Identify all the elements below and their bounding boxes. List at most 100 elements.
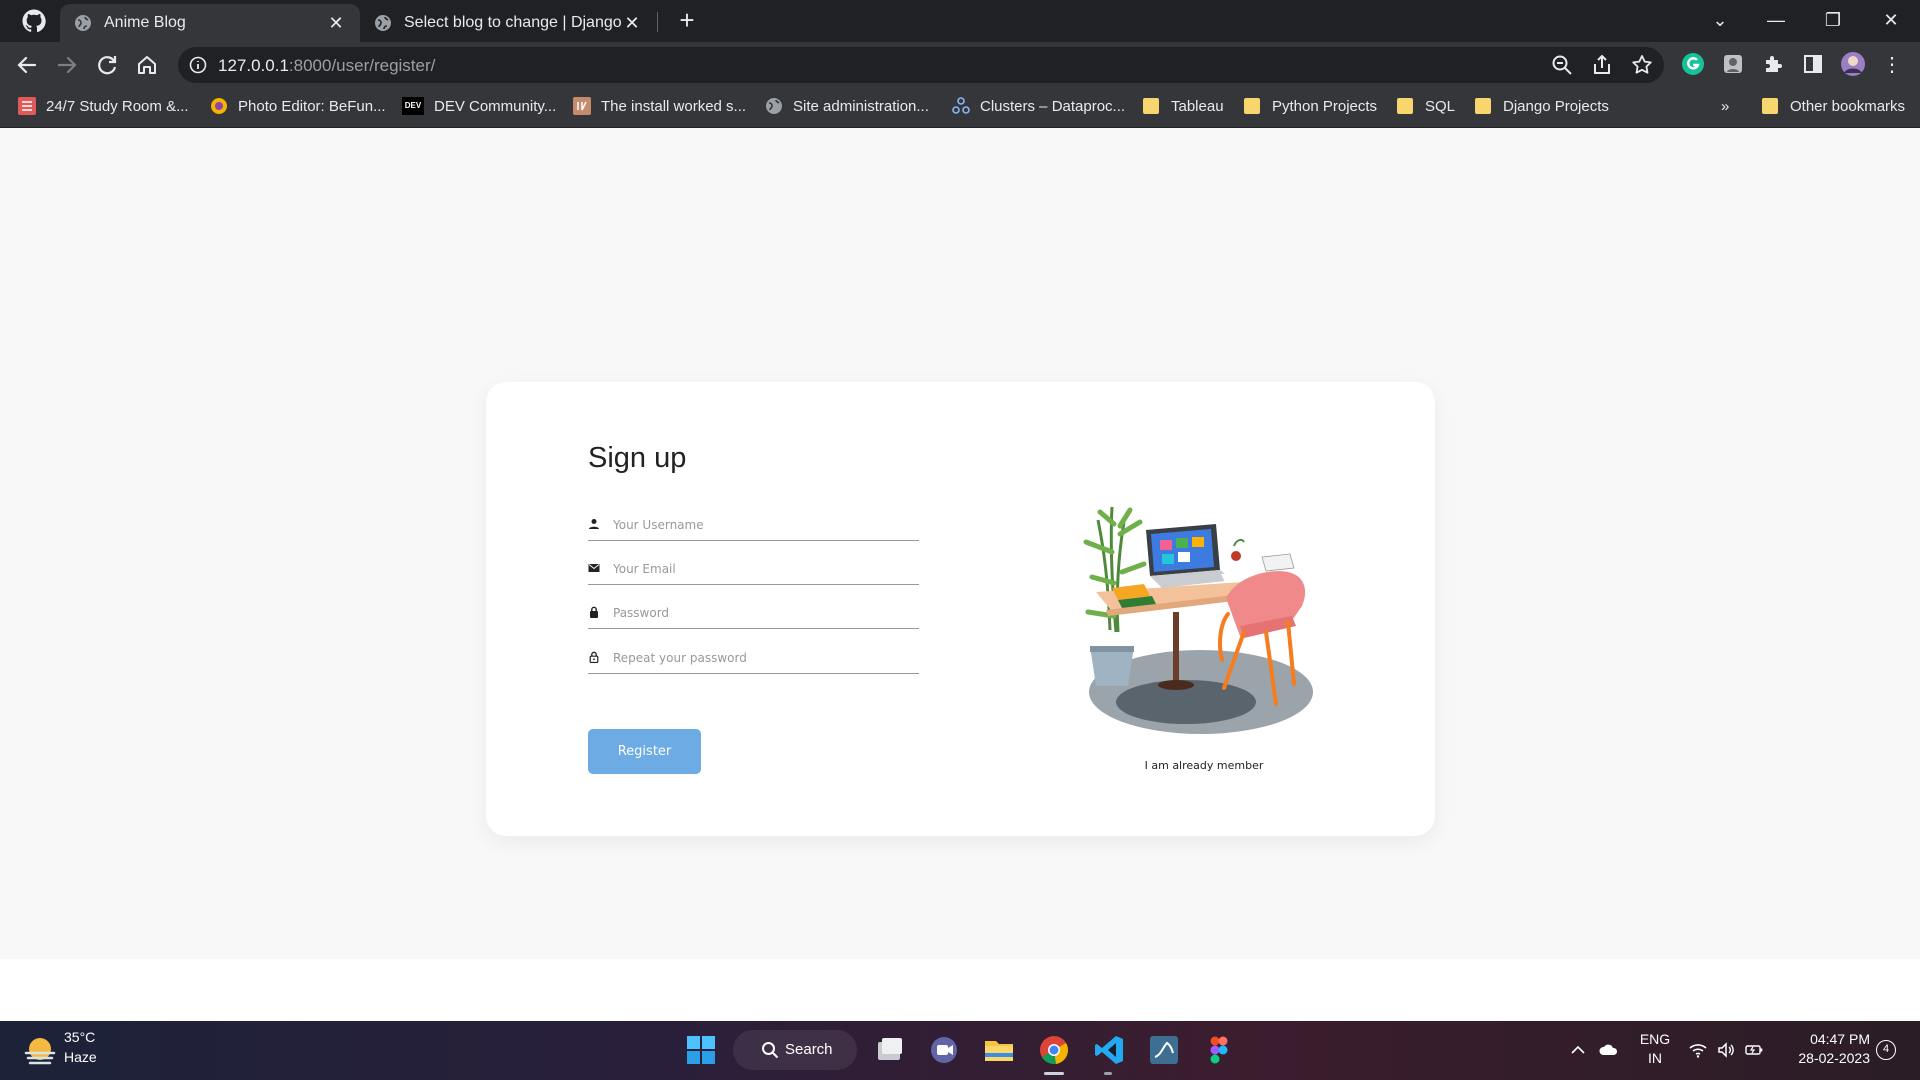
vscode-icon[interactable]	[1092, 1033, 1126, 1067]
dev-icon: DEV	[402, 97, 424, 115]
repeat-password-field	[588, 644, 919, 674]
folder-icon	[1397, 98, 1413, 114]
github-icon[interactable]	[22, 9, 46, 33]
file-explorer-icon[interactable]	[982, 1033, 1016, 1067]
bookmark-label: The install worked s...	[601, 97, 747, 115]
bookmark-label: 24/7 Study Room &...	[46, 97, 189, 115]
page-viewport: Sign up Register	[0, 128, 1920, 959]
bookmark-dev-community[interactable]: DEV DEV Community...	[402, 88, 556, 124]
folder-icon	[1475, 98, 1491, 114]
globe-icon	[375, 15, 391, 31]
bookmark-label: Clusters – Dataproc...	[980, 97, 1126, 115]
address-bar[interactable]: 127.0.0.1:8000/user/register/	[178, 47, 1664, 83]
bookmark-folder-python[interactable]: Python Projects	[1244, 88, 1377, 124]
clock-date: 28-02-2023	[1798, 1050, 1870, 1066]
close-window-icon[interactable]: ✕	[1871, 4, 1911, 36]
bookmark-star-icon[interactable]	[1630, 53, 1654, 77]
wifi-icon[interactable]	[1688, 1040, 1708, 1060]
chrome-icon[interactable]	[1037, 1033, 1071, 1067]
forward-icon[interactable]	[51, 49, 83, 81]
weather-temperature: 35°C	[64, 1029, 96, 1045]
bookmark-befunky[interactable]: Photo Editor: BeFun...	[210, 88, 386, 124]
new-tab-icon[interactable]: +	[672, 6, 702, 36]
bookmark-study-room[interactable]: 24/7 Study Room &...	[18, 88, 189, 124]
notification-badge[interactable]: 4	[1876, 1040, 1896, 1060]
bookmark-label: Tableau	[1171, 97, 1224, 115]
url-text[interactable]: 127.0.0.1:8000/user/register/	[218, 56, 435, 76]
bookmark-folder-sql[interactable]: SQL	[1397, 88, 1455, 124]
signup-card: Sign up Register	[486, 382, 1435, 836]
browser-toolbar: 127.0.0.1:8000/user/register/ ⋮	[0, 42, 1920, 88]
close-tab-icon[interactable]: ✕	[622, 13, 642, 33]
tab-title: Anime Blog	[104, 14, 186, 31]
bookmark-label: SQL	[1425, 97, 1456, 115]
url-path: :8000/user/register/	[288, 56, 436, 75]
username-input[interactable]	[613, 511, 913, 539]
envelope-icon	[588, 564, 600, 572]
url-host: 127.0.0.1	[218, 56, 289, 75]
bookmark-label: Django Projects	[1503, 97, 1609, 115]
restore-icon[interactable]: ❐	[1813, 4, 1853, 36]
bookmark-site-admin[interactable]: Site administration...	[765, 88, 929, 124]
tab-title: Select blog to change | Django si	[404, 14, 624, 31]
repeat-password-input[interactable]	[613, 644, 913, 672]
volume-icon[interactable]	[1716, 1040, 1736, 1060]
minimize-icon[interactable]: —	[1756, 4, 1796, 36]
windows-taskbar: 35°C Haze Search ENG IN 04:47 PM 28-02-2…	[0, 1021, 1920, 1080]
register-button[interactable]: Register	[588, 729, 701, 774]
tab-search-icon[interactable]: ⌄	[1700, 4, 1740, 36]
search-icon	[762, 1042, 779, 1059]
task-view-icon[interactable]	[873, 1033, 907, 1067]
tab-anime-blog[interactable]: Anime Blog ✕	[60, 4, 360, 42]
weather-haze-icon[interactable]	[20, 1031, 60, 1071]
language-indicator[interactable]: ENG IN	[1638, 1031, 1672, 1066]
bookmark-other-bookmarks[interactable]: Other bookmarks	[1762, 88, 1905, 124]
mysql-workbench-icon[interactable]	[1147, 1033, 1181, 1067]
bookmark-folder-django[interactable]: Django Projects	[1475, 88, 1609, 124]
grammarly-icon[interactable]	[1679, 50, 1707, 78]
search-label: Search	[785, 1041, 833, 1058]
already-member-link[interactable]: I am already member	[1034, 759, 1374, 772]
bookmark-label: Python Projects	[1272, 97, 1378, 115]
lock-icon	[590, 606, 598, 618]
extensions-puzzle-icon[interactable]	[1759, 50, 1787, 78]
bookmark-label: Photo Editor: BeFun...	[238, 97, 386, 115]
show-hidden-icons-icon[interactable]	[1568, 1040, 1588, 1060]
email-input[interactable]	[613, 555, 913, 583]
bookmark-install-worked[interactable]: The install worked s...	[573, 88, 746, 124]
desk-illustration	[1083, 506, 1313, 734]
figma-icon[interactable]	[1202, 1033, 1236, 1067]
clock-time: 04:47 PM	[1810, 1031, 1870, 1047]
bookmark-folder-tableau[interactable]: Tableau	[1143, 88, 1224, 124]
windows-start-icon[interactable]	[684, 1033, 718, 1067]
tab-django-admin[interactable]: Select blog to change | Django si ✕	[360, 4, 656, 42]
close-tab-icon[interactable]: ✕	[326, 13, 346, 33]
folder-icon	[1244, 98, 1260, 114]
onedrive-icon[interactable]	[1599, 1040, 1619, 1060]
taskbar-search[interactable]: Search	[733, 1030, 857, 1070]
home-icon[interactable]	[131, 49, 163, 81]
username-field	[588, 511, 919, 541]
zoom-icon[interactable]	[1550, 53, 1574, 77]
reload-icon[interactable]	[91, 49, 123, 81]
bookmarks-overflow-icon[interactable]: »	[1721, 88, 1729, 124]
password-input[interactable]	[613, 599, 913, 627]
dataproc-icon	[952, 97, 970, 114]
side-panel-icon[interactable]	[1799, 50, 1827, 78]
site-info-icon[interactable]	[188, 55, 208, 75]
menu-kebab-icon[interactable]: ⋮	[1872, 49, 1912, 81]
globe-icon	[766, 98, 782, 114]
battery-icon[interactable]	[1744, 1040, 1764, 1060]
language-code: ENG	[1639, 1031, 1671, 1047]
folder-icon	[1143, 98, 1159, 114]
extension-icon[interactable]	[1719, 50, 1747, 78]
chrome-active-indicator	[1044, 1072, 1064, 1075]
back-icon[interactable]	[11, 49, 43, 81]
profile-avatar-icon[interactable]	[1839, 50, 1867, 78]
tab-strip: Anime Blog ✕ Select blog to change | Dja…	[0, 0, 1920, 42]
user-icon	[589, 519, 599, 529]
clock[interactable]: 04:47 PM 28-02-2023	[1782, 1031, 1870, 1066]
teams-chat-icon[interactable]	[927, 1033, 961, 1067]
share-icon[interactable]	[1590, 53, 1614, 77]
bookmark-dataproc[interactable]: Clusters – Dataproc...	[952, 88, 1125, 124]
